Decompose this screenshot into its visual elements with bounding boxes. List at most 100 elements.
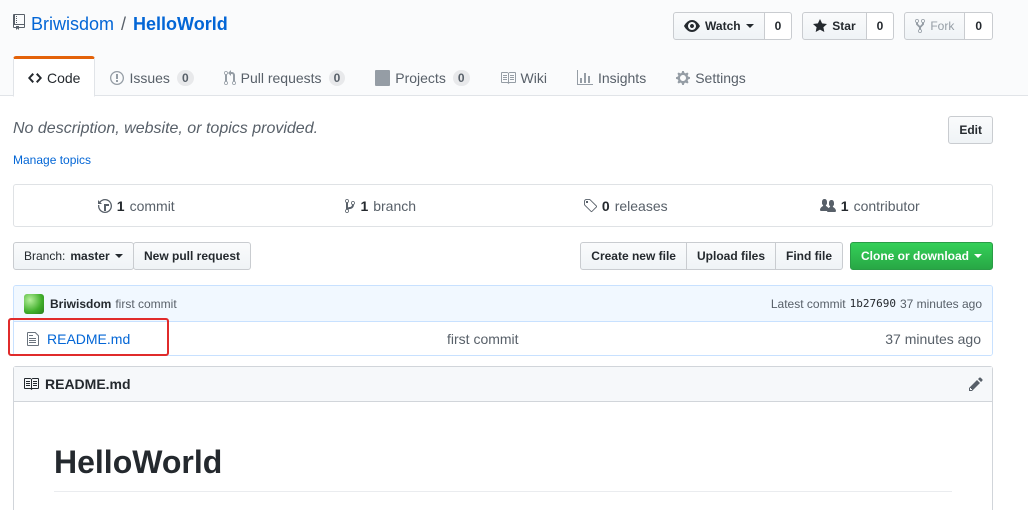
project-icon [375,69,391,86]
commits-label: commit [129,197,175,214]
clone-download-button[interactable]: Clone or download [850,242,993,270]
readme-body: HelloWorld [14,402,992,492]
chevron-down-icon [974,254,982,258]
branches-summary[interactable]: 1 branch [259,185,504,226]
graph-icon [576,69,593,85]
contributors-label: contributor [853,197,920,214]
repo-name-link[interactable]: HelloWorld [133,14,228,35]
book-icon [24,378,39,390]
contributors-summary[interactable]: 1 contributor [748,185,993,226]
star-count[interactable]: 0 [866,12,895,40]
commits-count: 1 [116,197,125,214]
branch-icon [345,198,356,213]
chevron-down-icon [745,24,754,28]
repo-nav: Code Issues 0 Pull requests 0 Projects 0… [13,56,761,97]
tab-code[interactable]: Code [13,56,96,97]
projects-counter: 0 [452,69,470,86]
manage-topics-link[interactable]: Manage topics [13,153,91,167]
issues-counter: 0 [176,69,194,86]
pull-request-icon [223,69,236,85]
create-new-file-button[interactable]: Create new file [580,242,687,270]
tab-settings-label: Settings [695,69,746,86]
avatar[interactable] [24,293,44,314]
branches-count: 1 [360,197,369,214]
releases-summary[interactable]: 0 releases [503,185,748,226]
branches-label: branch [373,197,417,214]
new-pull-request-button[interactable]: New pull request [133,242,252,270]
chevron-down-icon [114,254,123,258]
upload-files-button[interactable]: Upload files [685,242,776,270]
book-icon [500,71,516,84]
repo-description: No description, website, or topics provi… [13,120,319,137]
file-name-link[interactable]: README.md [47,331,447,347]
star-icon [813,19,828,32]
tab-code-label: Code [47,69,81,86]
tab-insights[interactable]: Insights [562,56,661,97]
find-file-button[interactable]: Find file [775,242,843,270]
watch-button[interactable]: Watch [673,12,765,40]
tab-wiki-label: Wiki [520,69,547,86]
star-label: Star [832,19,856,33]
people-icon [819,198,836,212]
readme-heading: HelloWorld [54,444,952,492]
clone-label: Clone or download [861,249,969,263]
issue-icon [110,70,125,85]
readme-panel: README.md HelloWorld [13,366,993,510]
commit-age: 37 minutes ago [899,296,982,311]
tag-icon [583,198,597,212]
gear-icon [676,70,691,85]
file-icon [27,331,41,347]
pencil-icon[interactable] [969,376,983,392]
file-actions: Create new file Upload files Find file C… [580,242,993,270]
tab-issues[interactable]: Issues 0 [95,56,208,97]
repo-owner-link[interactable]: Briwisdom [31,14,114,35]
repo-title: Briwisdom / HelloWorld [13,14,228,35]
watch-group: Watch 0 [673,12,793,40]
repo-icon [13,14,25,35]
commit-author[interactable]: Briwisdom [50,297,111,311]
commits-summary[interactable]: 1 commit [14,185,259,226]
repo-actions: Watch 0 Star 0 Fork 0 [673,12,993,40]
tab-insights-label: Insights [597,69,647,86]
pulls-counter: 0 [328,69,346,86]
file-age: 37 minutes ago [885,331,981,347]
branch-prefix: Branch: [24,249,66,263]
readme-header: README.md [14,367,992,402]
branch-name: master [70,249,110,263]
commit-tease: Briwisdom first commit Latest commit 1b2… [14,286,992,322]
tab-settings[interactable]: Settings [661,56,761,97]
readme-title: README.md [45,376,131,392]
tab-wiki[interactable]: Wiki [485,56,562,97]
releases-count: 0 [601,197,610,214]
star-group: Star 0 [802,12,895,40]
file-row: README.md first commit 37 minutes ago [14,322,992,355]
fork-button[interactable]: Fork [904,12,966,40]
numbers-summary: 1 commit 1 branch 0 releases 1 contribut… [13,184,993,227]
latest-commit-label: Latest commit [770,296,846,311]
star-button[interactable]: Star [802,12,867,40]
fork-count[interactable]: 0 [965,12,993,40]
releases-label: releases [614,197,668,214]
fork-group: Fork 0 [904,12,993,40]
code-icon [28,72,42,83]
file-commit-message[interactable]: first commit [447,331,827,347]
tab-pull-requests-label: Pull requests [240,69,322,86]
history-icon [97,198,112,213]
contributors-count: 1 [840,197,849,214]
tab-projects-label: Projects [395,69,446,86]
branch-select-button[interactable]: Branch: master [13,242,134,270]
repo-header: Briwisdom / HelloWorld Watch 0 Star 0 Fo… [0,0,1028,97]
latest-commit: Latest commit 1b27690 37 minutes ago [771,297,982,311]
watch-label: Watch [705,19,741,33]
repo-separator: / [121,14,127,34]
watch-count[interactable]: 0 [764,12,793,40]
file-table: Briwisdom first commit Latest commit 1b2… [13,285,993,356]
tab-issues-label: Issues [129,69,170,86]
eye-icon [684,20,701,32]
tab-pull-requests[interactable]: Pull requests 0 [209,56,361,97]
fork-label: Fork [930,19,955,33]
tab-projects[interactable]: Projects 0 [360,56,484,97]
edit-description-button[interactable]: Edit [948,116,993,144]
commit-message[interactable]: first commit [115,297,176,311]
commit-sha[interactable]: 1b27690 [850,297,896,310]
